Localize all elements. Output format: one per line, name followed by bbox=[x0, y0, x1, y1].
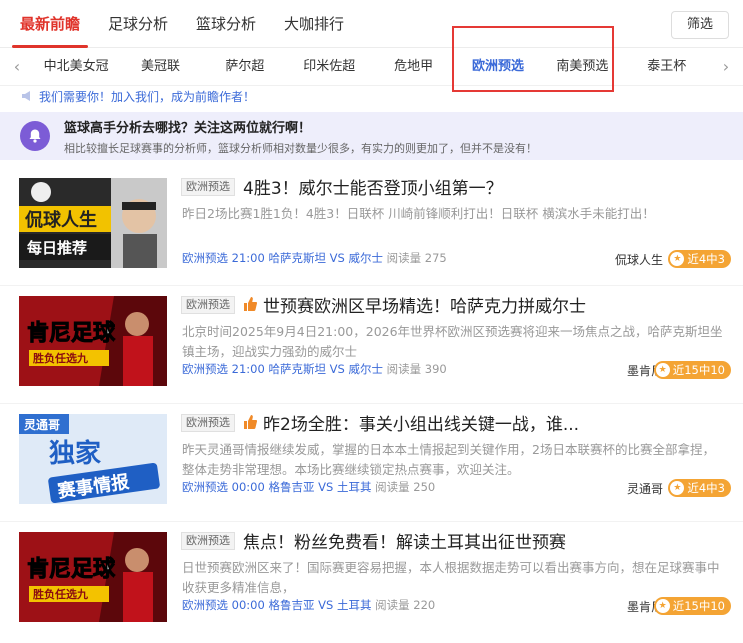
record-badge: ★ 近15中10 bbox=[653, 597, 731, 615]
meta-match[interactable]: 哈萨克斯坦 VS 威尔士 bbox=[268, 251, 382, 265]
tab-latest-preview[interactable]: 最新前瞻 bbox=[6, 0, 94, 48]
author-name[interactable]: 侃球人生 bbox=[615, 251, 663, 268]
tab-expert-ranking[interactable]: 大咖排行 bbox=[270, 0, 358, 48]
article-item[interactable]: 侃球人生 每日推荐 欧洲预选 4胜3！威尔士能否登顶小组第一？ 昨日2场比赛1胜… bbox=[0, 168, 743, 286]
author-name[interactable]: 灵通哥 bbox=[627, 480, 663, 497]
meta-reads: 220 bbox=[413, 598, 436, 612]
thumb-line1: 灵通哥 bbox=[24, 417, 60, 432]
article-thumbnail: 肯尼足球 胜负任选九 bbox=[19, 296, 167, 386]
thumb-line1: 肯尼足球 bbox=[27, 321, 116, 346]
league-item-south-america-qualifier[interactable]: 南美预选 bbox=[540, 48, 624, 86]
thumb-line1: 侃球人生 bbox=[24, 209, 97, 231]
meta-time: 00:00 bbox=[231, 480, 265, 494]
meta-reads: 275 bbox=[424, 251, 447, 265]
league-tag: 欧洲预选 bbox=[181, 414, 235, 432]
star-icon: ★ bbox=[670, 481, 685, 495]
recruit-notice[interactable]: 我们需要你！加入我们，成为前瞻作者！ bbox=[0, 86, 743, 106]
star-icon: ★ bbox=[655, 363, 670, 377]
article-excerpt: 北京时间2025年9月4日21:00，2026年世界杯欧洲区预选赛将迎来一场焦点… bbox=[182, 324, 723, 359]
record-badge: ★ 近15中10 bbox=[653, 361, 731, 379]
meta-time: 21:00 bbox=[231, 251, 265, 265]
league-bar: ‹ 中北美女冠 美冠联 萨尔超 印米佐超 危地甲 欧洲预选 南美预选 泰王杯 › bbox=[0, 48, 743, 86]
meta-reads-label: 阅读量 bbox=[386, 362, 422, 376]
article-thumbnail: 肯尼足球 胜负任选九 bbox=[19, 532, 167, 622]
league-tag: 欧洲预选 bbox=[181, 532, 235, 550]
thumb-line2: 独家 bbox=[49, 438, 101, 469]
league-item-europe-qualifier[interactable]: 欧洲预选 bbox=[456, 48, 540, 86]
meta-reads-label: 阅读量 bbox=[375, 480, 410, 494]
record-badge: ★ 近4中3 bbox=[668, 479, 731, 497]
league-tag: 欧洲预选 bbox=[181, 296, 235, 314]
meta-time: 21:00 bbox=[231, 362, 265, 376]
league-item[interactable]: 泰王杯 bbox=[625, 48, 709, 86]
meta-league[interactable]: 欧洲预选 bbox=[182, 480, 228, 494]
top-nav: 最新前瞻 足球分析 篮球分析 大咖排行 筛选 bbox=[0, 0, 743, 48]
article-title[interactable]: 4胜3！威尔士能否登顶小组第一？ bbox=[243, 174, 503, 199]
record-badge: ★ 近4中3 bbox=[668, 250, 731, 268]
banner-subtitle: 相比较擅长足球赛事的分析师，篮球分析师相对数量少很多，有实力的则更加了，但并不是… bbox=[64, 141, 537, 155]
scroll-right-icon[interactable]: › bbox=[709, 57, 743, 76]
meta-match[interactable]: 哈萨克斯坦 VS 威尔士 bbox=[268, 362, 382, 376]
record-text: 近15中10 bbox=[672, 363, 725, 377]
article-item[interactable]: 灵通哥 独家 赛事情报 欧洲预选 昨2场全胜：事关小组出线关键一战，谁... 昨… bbox=[0, 404, 743, 522]
record-text: 近4中3 bbox=[687, 481, 725, 495]
meta-league[interactable]: 欧洲预选 bbox=[182, 362, 228, 376]
thumbs-up-icon bbox=[244, 415, 257, 429]
thumbs-up-icon bbox=[244, 297, 257, 311]
league-list: 中北美女冠 美冠联 萨尔超 印米佐超 危地甲 欧洲预选 南美预选 泰王杯 bbox=[34, 48, 709, 86]
star-icon: ★ bbox=[655, 599, 670, 613]
meta-league[interactable]: 欧洲预选 bbox=[182, 251, 228, 265]
meta-match[interactable]: 格鲁吉亚 VS 土耳其 bbox=[268, 598, 371, 612]
article-meta: 欧洲预选 21:00 哈萨克斯坦 VS 威尔士 阅读量 275 bbox=[182, 250, 447, 266]
league-tag: 欧洲预选 bbox=[181, 178, 235, 196]
article-thumbnail: 侃球人生 每日推荐 bbox=[19, 178, 167, 268]
thumb-line2: 每日推荐 bbox=[27, 239, 87, 257]
meta-match[interactable]: 格鲁吉亚 VS 土耳其 bbox=[268, 480, 371, 494]
meta-reads: 390 bbox=[424, 362, 447, 376]
article-meta: 欧洲预选 00:00 格鲁吉亚 VS 土耳其 阅读量 220 bbox=[182, 597, 435, 613]
article-thumbnail: 灵通哥 独家 赛事情报 bbox=[19, 414, 167, 504]
article-meta: 欧洲预选 21:00 哈萨克斯坦 VS 威尔士 阅读量 390 bbox=[182, 361, 447, 377]
thumb-line2: 胜负任选九 bbox=[32, 587, 88, 601]
promo-banner[interactable]: 篮球高手分析去哪找？关注这两位就行啊！ 相比较擅长足球赛事的分析师，篮球分析师相… bbox=[0, 112, 743, 160]
thumb-line1: 肯尼足球 bbox=[27, 557, 116, 582]
meta-reads-label: 阅读量 bbox=[386, 251, 422, 265]
banner-title: 篮球高手分析去哪找？关注这两位就行啊！ bbox=[64, 120, 312, 136]
star-icon: ★ bbox=[670, 252, 685, 266]
meta-reads: 250 bbox=[413, 480, 436, 494]
league-item[interactable]: 萨尔超 bbox=[203, 48, 287, 86]
record-text: 近15中10 bbox=[672, 599, 725, 613]
league-item[interactable]: 中北美女冠 bbox=[34, 48, 118, 86]
scroll-left-icon[interactable]: ‹ bbox=[0, 57, 34, 76]
article-excerpt: 日世预赛欧洲区来了！国际赛更容易把握，本人根据数据走势可以看出赛事方向，想在足球… bbox=[182, 560, 720, 595]
article-excerpt: 昨日2场比赛1胜1负！4胜3！日联杯 川崎前锋顺利打出！日联杯 横滨水手未能打出… bbox=[182, 206, 655, 221]
tab-basketball-analysis[interactable]: 篮球分析 bbox=[182, 0, 270, 48]
record-text: 近4中3 bbox=[687, 252, 725, 266]
article-title[interactable]: 焦点！粉丝免费看！解读土耳其出征世预赛 bbox=[243, 528, 566, 553]
banner-text: 篮球高手分析去哪找？关注这两位就行啊！ 相比较擅长足球赛事的分析师，篮球分析师相… bbox=[64, 117, 537, 156]
bell-icon bbox=[20, 121, 50, 151]
article-meta: 欧洲预选 00:00 格鲁吉亚 VS 土耳其 阅读量 250 bbox=[182, 479, 435, 495]
meta-time: 00:00 bbox=[231, 598, 265, 612]
league-item[interactable]: 印米佐超 bbox=[287, 48, 371, 86]
article-item[interactable]: 肯尼足球 胜负任选九 欧洲预选 世预赛欧洲区早场精选！哈萨克力拼威尔士 北京时间… bbox=[0, 286, 743, 404]
meta-league[interactable]: 欧洲预选 bbox=[182, 598, 228, 612]
filter-button[interactable]: 筛选 bbox=[671, 11, 729, 39]
thumb-line2: 胜负任选九 bbox=[32, 351, 88, 365]
article-item[interactable]: 肯尼足球 胜负任选九 欧洲预选 焦点！粉丝免费看！解读土耳其出征世预赛 日世预赛… bbox=[0, 522, 743, 640]
meta-reads-label: 阅读量 bbox=[375, 598, 410, 612]
speaker-icon bbox=[22, 91, 30, 101]
notice-text: 我们需要你！加入我们，成为前瞻作者！ bbox=[39, 89, 256, 104]
article-list: 侃球人生 每日推荐 欧洲预选 4胜3！威尔士能否登顶小组第一？ 昨日2场比赛1胜… bbox=[0, 168, 743, 640]
article-title[interactable]: 世预赛欧洲区早场精选！哈萨克力拼威尔士 bbox=[263, 292, 586, 317]
article-title[interactable]: 昨2场全胜：事关小组出线关键一战，谁... bbox=[263, 410, 579, 435]
league-item[interactable]: 危地甲 bbox=[372, 48, 456, 86]
tab-football-analysis[interactable]: 足球分析 bbox=[94, 0, 182, 48]
article-excerpt: 昨天灵通哥情报继续发威，掌握的日本本土情报起到关键作用，2场日本联赛杯的比赛全部… bbox=[182, 442, 715, 477]
league-item[interactable]: 美冠联 bbox=[118, 48, 202, 86]
